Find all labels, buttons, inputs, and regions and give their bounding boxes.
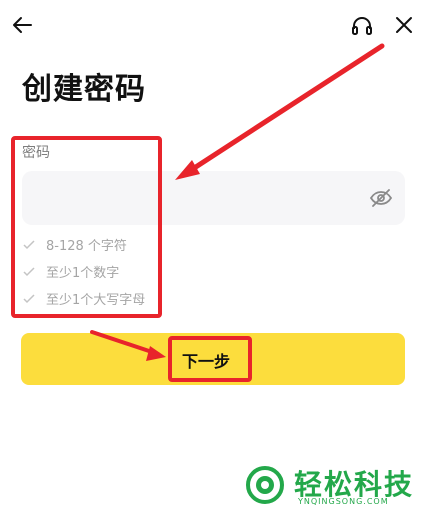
watermark-site: YNQINGSONG.COM — [298, 497, 389, 506]
annotation-arrows — [90, 43, 385, 361]
annotation-arrowhead — [146, 346, 166, 361]
annotation-arrow — [182, 43, 385, 177]
annotation-arrow — [90, 330, 160, 356]
annotation-arrowhead — [175, 160, 200, 180]
